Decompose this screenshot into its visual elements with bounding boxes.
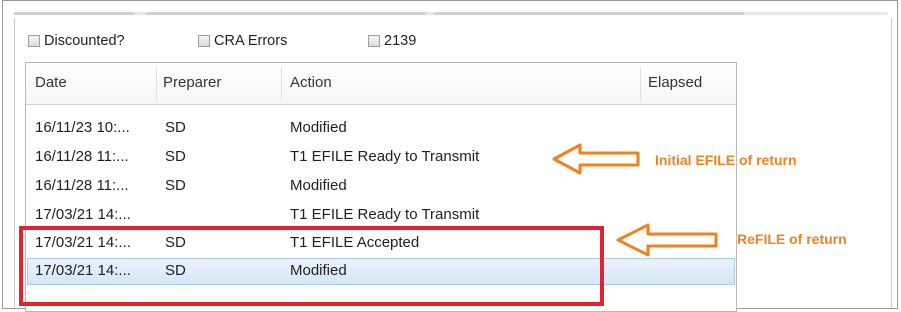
cra-errors-label: CRA Errors	[214, 33, 288, 49]
column-separator[interactable]	[640, 67, 641, 101]
column-header-date[interactable]: Date	[35, 74, 67, 91]
cra-errors-checkbox[interactable]: CRA Errors	[198, 31, 287, 51]
table-row[interactable]: 16/11/23 10:... SD Modified	[27, 117, 735, 140]
column-header-elapsed[interactable]: Elapsed	[648, 74, 702, 91]
cell-date: 16/11/23 10:...	[35, 119, 130, 136]
refile-annotation: ReFILE of return	[737, 231, 847, 247]
column-separator[interactable]	[281, 67, 282, 101]
refile-highlight-box	[19, 226, 604, 306]
form-2139-label: 2139	[384, 33, 417, 49]
discounted-checkbox[interactable]: Discounted?	[28, 31, 125, 51]
left-arrow-icon	[616, 223, 718, 257]
cell-action: Modified	[290, 177, 347, 194]
tab-strip	[14, 12, 888, 15]
left-arrow-icon	[552, 143, 640, 175]
column-header-action[interactable]: Action	[290, 74, 332, 91]
cell-date: 16/11/28 11:...	[35, 148, 129, 165]
cell-preparer: SD	[165, 119, 186, 136]
column-separator[interactable]	[156, 67, 157, 101]
discounted-label: Discounted?	[44, 33, 125, 49]
form-2139-checkbox[interactable]: 2139	[368, 31, 416, 51]
initial-efile-annotation: Initial EFILE of return	[655, 152, 797, 168]
table-row[interactable]: 16/11/28 11:... SD Modified	[27, 175, 735, 198]
cell-action: T1 EFILE Ready to Transmit	[290, 148, 480, 165]
cell-date: 17/03/21 14:...	[35, 206, 131, 223]
cell-preparer: SD	[165, 177, 186, 194]
cell-date: 16/11/28 11:...	[35, 177, 129, 194]
cell-action: T1 EFILE Ready to Transmit	[290, 206, 480, 223]
cell-preparer: SD	[165, 148, 186, 165]
checkbox-icon[interactable]	[28, 35, 40, 47]
checkbox-icon[interactable]	[198, 35, 210, 47]
cell-action: Modified	[290, 119, 347, 136]
grid-header: Date Preparer Action Elapsed	[26, 63, 736, 105]
checkbox-icon[interactable]	[368, 35, 380, 47]
column-header-preparer[interactable]: Preparer	[163, 74, 221, 91]
